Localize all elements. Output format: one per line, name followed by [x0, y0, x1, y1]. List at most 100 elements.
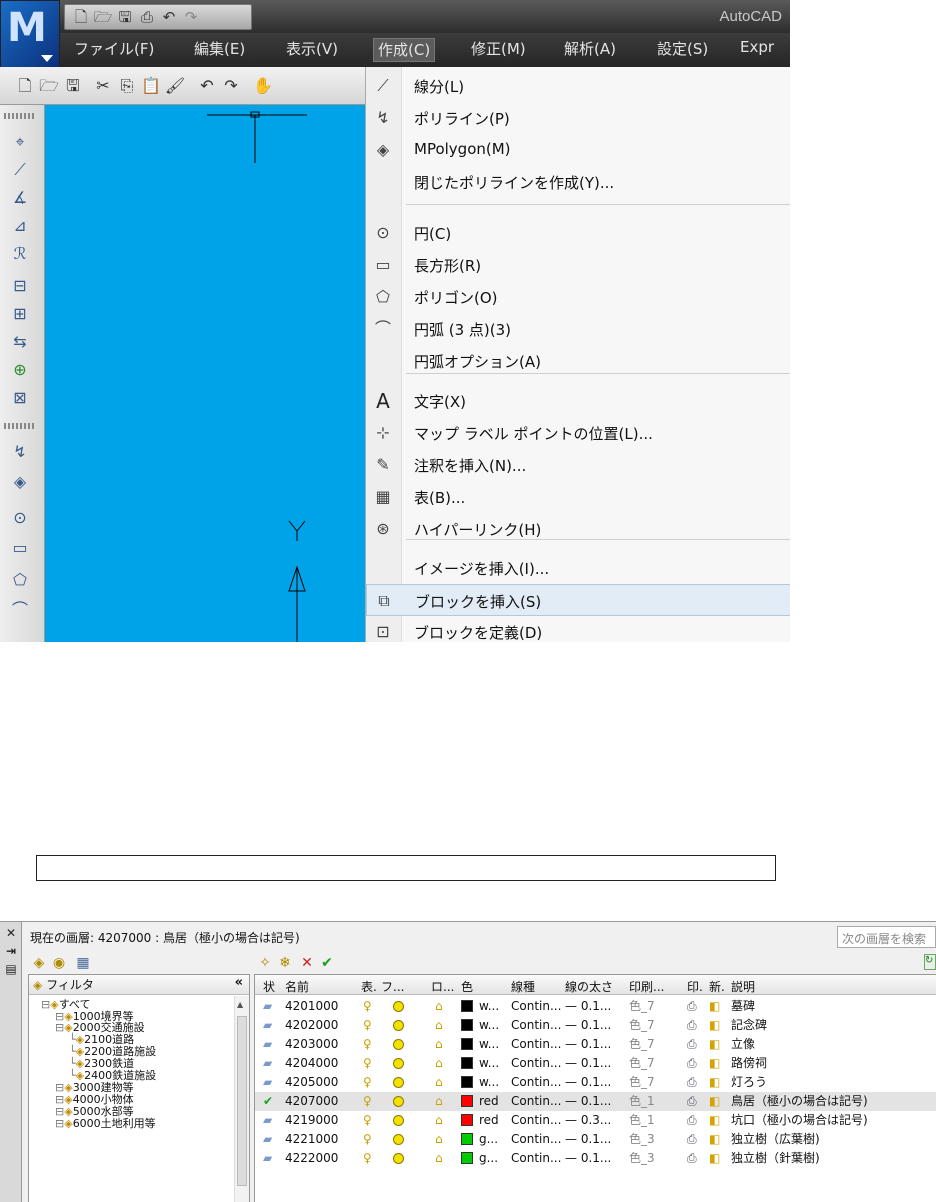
new-layer-icon[interactable]: ✧ — [256, 954, 274, 972]
table-row[interactable]: ▰ 4204000 ♀ ⌂ w... Contin... — 0.1... 色_7 ⎙ ◧ 路傍祠 — [255, 1054, 936, 1073]
lock-icon[interactable]: ⌂ — [435, 1113, 443, 1128]
table-row[interactable]: ▰ 4222000 ♀ ⌂ g... Contin... — 0.1... 色_3 ⎙ ◧ 独立樹（… — [255, 1149, 936, 1168]
mpolygon-icon[interactable]: ◈ — [9, 471, 31, 493]
dimension-style-icon[interactable]: ⊠ — [9, 387, 31, 409]
new-vp-freeze-icon[interactable]: ◧ — [709, 1037, 720, 1052]
close-icon[interactable]: ✕ — [4, 926, 18, 940]
print-icon[interactable]: ⎙ — [137, 7, 157, 27]
filter-scrollbar[interactable]: ▲ — [234, 996, 249, 1202]
cut-icon[interactable]: ✂ — [92, 75, 114, 97]
drawing-canvas[interactable] — [45, 105, 368, 642]
table-row[interactable]: ▰ 4203000 ♀ ⌂ w... Contin... — 0.1... 色_7 ⎙ ◧ 立像 — [255, 1035, 936, 1054]
filter-tree-node[interactable]: ⊟◈6000土地利用等 — [55, 1118, 156, 1130]
layer-search-input[interactable]: 次の画層を検索 — [837, 926, 936, 948]
freeze-sun-icon[interactable] — [393, 1075, 404, 1092]
copy-icon[interactable]: ⎘ — [116, 75, 138, 97]
arc-icon[interactable]: ⌒ — [9, 599, 31, 621]
color-swatch[interactable] — [461, 1038, 473, 1050]
circle-icon[interactable]: ⊙ — [9, 507, 31, 529]
dimension-add-icon[interactable]: ⊕ — [9, 359, 31, 381]
lock-icon[interactable]: ⌂ — [435, 1075, 443, 1090]
undo-icon[interactable]: ↶ — [196, 75, 218, 97]
menu-edit[interactable]: 編集(E) — [190, 38, 249, 62]
menu-item[interactable]: イメージを挿入(I)... — [366, 552, 790, 584]
expand-toggle-icon[interactable]: ⊟ — [55, 1117, 64, 1130]
freeze-sun-icon[interactable] — [393, 1037, 404, 1054]
printer-icon[interactable]: ⎙ — [687, 1132, 697, 1147]
pan-icon[interactable]: ✋ — [252, 75, 274, 97]
color-swatch[interactable] — [461, 1133, 473, 1145]
dimension-baseline-icon[interactable]: ⊟ — [9, 275, 31, 297]
save-icon[interactable]: 🖫 — [62, 75, 84, 97]
lock-icon[interactable]: ⌂ — [435, 1132, 443, 1147]
match-properties-icon[interactable]: 🖌 — [164, 75, 186, 97]
freeze-sun-icon[interactable] — [393, 1132, 404, 1149]
rectangle-icon[interactable]: ▭ — [9, 537, 31, 559]
table-row[interactable]: ✔ 4207000 ♀ ⌂ red Contin... — 0.1... 色_1 ⎙ ◧ 鳥居（極小… — [255, 1092, 936, 1111]
printer-icon[interactable]: ⎙ — [687, 1056, 697, 1071]
col-status[interactable]: 状 — [263, 978, 275, 995]
table-row[interactable]: ▰ 4219000 ♀ ⌂ red Contin... — 0.3... 色_1 ⎙ ◧ 坑口（極小… — [255, 1111, 936, 1130]
dimension-linear-icon[interactable]: ⊿ — [9, 215, 31, 237]
new-vp-freeze-icon[interactable]: ◧ — [709, 999, 720, 1014]
col-plot[interactable]: 印. — [687, 978, 703, 995]
delete-layer-icon[interactable]: ✕ — [298, 954, 316, 972]
color-swatch[interactable] — [461, 1152, 473, 1164]
set-current-icon[interactable]: ✔ — [318, 954, 336, 972]
redo-icon[interactable]: ↷ — [220, 75, 242, 97]
col-name[interactable]: 名前 — [285, 978, 309, 995]
open-icon[interactable]: 🗁 — [93, 7, 113, 27]
color-swatch[interactable] — [461, 1076, 473, 1088]
new-property-filter-icon[interactable]: ◈ — [30, 954, 48, 972]
lock-icon[interactable]: ⌂ — [435, 1056, 443, 1071]
menu-file[interactable]: ファイル(F) — [70, 38, 158, 62]
col-color[interactable]: 色 — [461, 978, 473, 995]
menu-item[interactable]: A 文字(X) — [366, 385, 790, 417]
lock-icon[interactable]: ⌂ — [435, 1037, 443, 1052]
expand-toggle-icon[interactable]: ⊟ — [41, 998, 50, 1011]
freeze-sun-icon[interactable] — [393, 1151, 404, 1168]
layer-states-icon[interactable]: ▦ — [74, 954, 92, 972]
polyline-icon[interactable]: ↯ — [9, 441, 31, 463]
dimension-ordinate-icon[interactable]: ⇆ — [9, 331, 31, 353]
printer-icon[interactable]: ⎙ — [687, 999, 697, 1014]
new-vp-freeze-icon[interactable]: ◧ — [709, 1018, 720, 1033]
menu-item[interactable]: 閉じたポリラインを作成(Y)... — [366, 166, 790, 198]
auto-hide-icon[interactable]: ⇥ — [4, 944, 18, 958]
dimension-radius-icon[interactable]: ℛ — [9, 243, 31, 265]
on-bulb-icon[interactable]: ♀ — [363, 1037, 372, 1052]
printer-icon[interactable]: ⎙ — [687, 1094, 697, 1109]
freeze-sun-icon[interactable] — [393, 999, 404, 1016]
on-bulb-icon[interactable]: ♀ — [363, 1132, 372, 1147]
freeze-sun-icon[interactable] — [393, 1018, 404, 1035]
menu-view[interactable]: 表示(V) — [282, 38, 342, 62]
menu-analyze[interactable]: 解析(A) — [560, 38, 620, 62]
paste-icon[interactable]: 📋 — [140, 75, 162, 97]
color-swatch[interactable] — [461, 1114, 473, 1126]
col-description[interactable]: 説明 — [731, 978, 755, 995]
undo-icon[interactable]: ↶ — [159, 7, 179, 27]
new-vp-freeze-icon[interactable]: ◧ — [709, 1151, 720, 1166]
toolbar-grip[interactable] — [4, 113, 36, 119]
col-freeze[interactable]: フ... — [381, 978, 404, 995]
menu-item[interactable]: ⊙ 円(C) — [366, 217, 790, 249]
printer-icon[interactable]: ⎙ — [687, 1151, 697, 1166]
menu-settings[interactable]: 設定(S) — [653, 38, 712, 62]
col-lock[interactable]: ロ... — [431, 978, 454, 995]
new-icon[interactable]: 🗋 — [14, 75, 36, 97]
on-bulb-icon[interactable]: ♀ — [363, 1094, 372, 1109]
printer-icon[interactable]: ⎙ — [687, 1037, 697, 1052]
color-swatch[interactable] — [461, 1000, 473, 1012]
lock-icon[interactable]: ⌂ — [435, 1151, 443, 1166]
table-row[interactable]: ▰ 4201000 ♀ ⌂ w... Contin... — 0.1... 色_7 ⎙ ◧ 墓碑 — [255, 997, 936, 1016]
save-icon[interactable]: 🖫 — [115, 7, 135, 27]
menu-item[interactable]: ⬠ ポリゴン(O) — [366, 281, 790, 313]
dimension-angular-icon[interactable]: ∡ — [9, 187, 31, 209]
printer-icon[interactable]: ⎙ — [687, 1113, 697, 1128]
col-lineweight[interactable]: 線の太さ — [565, 978, 613, 995]
new-layer-frozen-icon[interactable]: ❄ — [276, 954, 294, 972]
new-vp-freeze-icon[interactable]: ◧ — [709, 1056, 720, 1071]
col-linetype[interactable]: 線種 — [511, 978, 535, 995]
table-row[interactable]: ▰ 4205000 ♀ ⌂ w... Contin... — 0.1... 色_7 ⎙ ◧ 灯ろう — [255, 1073, 936, 1092]
menu-item[interactable]: ⊡ ブロックを定義(D) — [366, 616, 790, 642]
